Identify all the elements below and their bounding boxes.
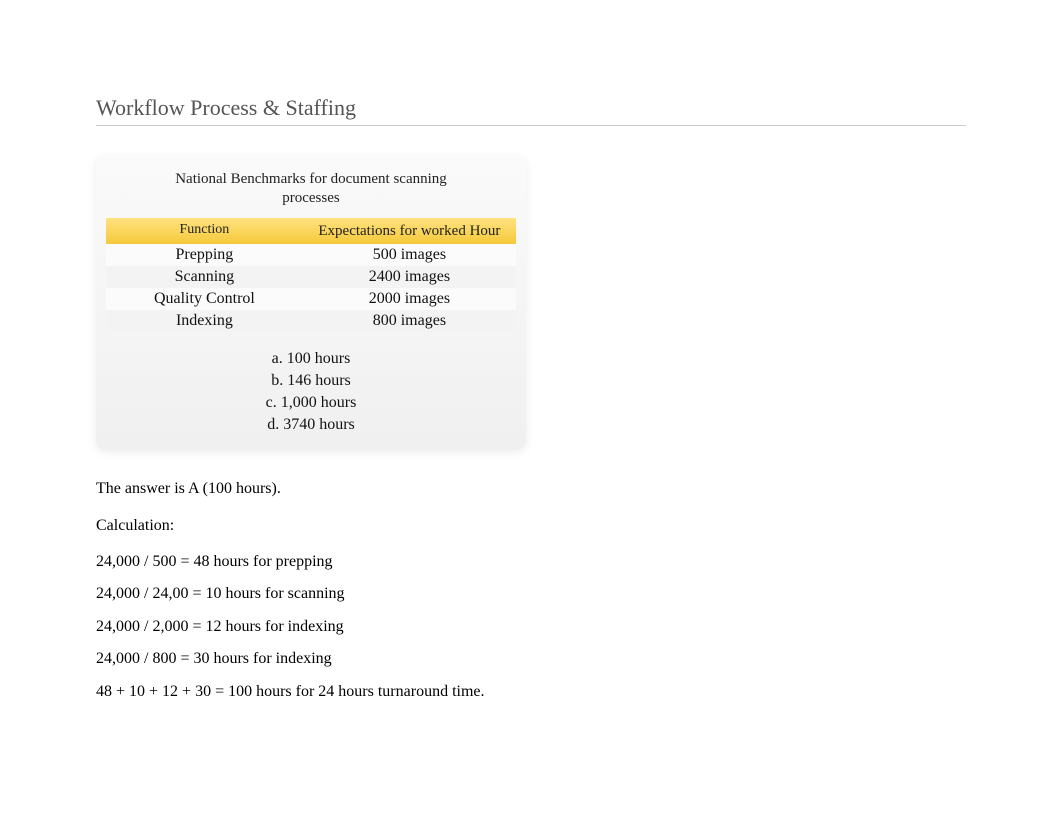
cell-function: Quality Control <box>106 288 303 310</box>
cell-expectation: 800 images <box>303 310 516 332</box>
col-header-function: Function <box>106 218 303 245</box>
benchmarks-box: National Benchmarks for document scannin… <box>96 156 526 450</box>
cell-expectation: 2000 images <box>303 288 516 310</box>
table-caption: National Benchmarks for document scannin… <box>106 170 516 218</box>
cell-function: Prepping <box>106 244 303 266</box>
table-row: Scanning 2400 images <box>106 266 516 288</box>
cell-expectation: 2400 images <box>303 266 516 288</box>
cell-function: Indexing <box>106 310 303 332</box>
cell-function: Scanning <box>106 266 303 288</box>
table-row: Indexing 800 images <box>106 310 516 332</box>
page-title: Workflow Process & Staffing <box>96 95 966 126</box>
table-row: Prepping 500 images <box>106 244 516 266</box>
calc-line: 24,000 / 500 = 48 hours for prepping <box>96 551 1062 573</box>
calc-label: Calculation: <box>96 515 1062 537</box>
table-row: Quality Control 2000 images <box>106 288 516 310</box>
calc-line: 24,000 / 800 = 30 hours for indexing <box>96 648 1062 670</box>
benchmarks-table: Function Expectations for worked Hour Pr… <box>106 218 516 333</box>
option-b: b. 146 hours <box>106 370 516 392</box>
answer-line: The answer is A (100 hours). <box>96 478 1062 500</box>
cell-expectation: 500 images <box>303 244 516 266</box>
option-d: d. 3740 hours <box>106 414 516 436</box>
answer-options: a. 100 hours b. 146 hours c. 1,000 hours… <box>106 348 516 436</box>
option-c: c. 1,000 hours <box>106 392 516 414</box>
explanation: The answer is A (100 hours). Calculation… <box>96 478 1062 703</box>
calc-line: 24,000 / 24,00 = 10 hours for scanning <box>96 583 1062 605</box>
calc-total: 48 + 10 + 12 + 30 = 100 hours for 24 hou… <box>96 681 1062 703</box>
col-header-expectation: Expectations for worked Hour <box>303 218 516 245</box>
option-a: a. 100 hours <box>106 348 516 370</box>
calc-line: 24,000 / 2,000 = 12 hours for indexing <box>96 616 1062 638</box>
